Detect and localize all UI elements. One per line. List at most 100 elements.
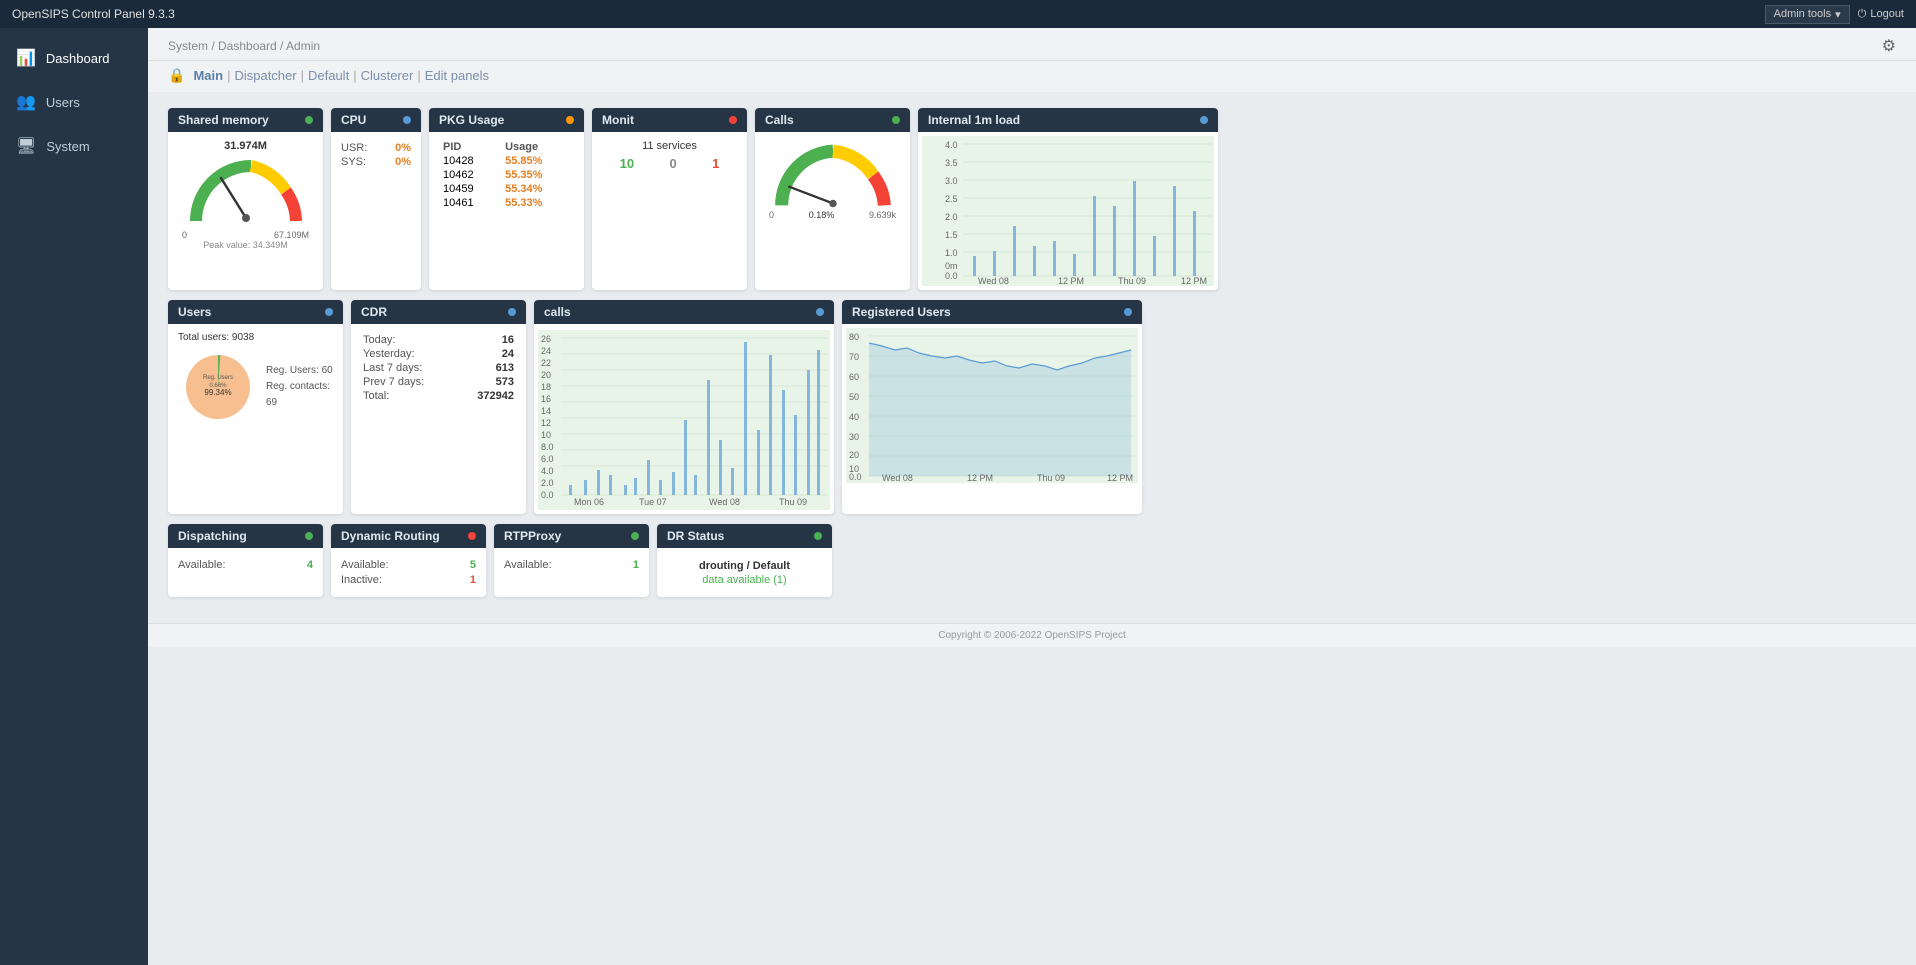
calls-gauge-svg — [768, 140, 898, 210]
internal-load-svg: 4.0 3.5 3.0 2.5 2.0 1.5 1.0 0m 0.0 — [922, 136, 1214, 286]
page-header: System / Dashboard / Admin ⚙ — [148, 28, 1916, 61]
svg-text:6.0: 6.0 — [541, 454, 554, 464]
svg-text:20: 20 — [849, 450, 859, 460]
dr-status-card: DR Status drouting / Default data availa… — [657, 524, 832, 597]
shared-memory-title: Shared memory — [178, 113, 269, 127]
cdr-body: Today: 16 Yesterday: 24 Last 7 days: 613 — [351, 324, 526, 412]
svg-text:Thu 09: Thu 09 — [779, 497, 807, 507]
cpu-sys-row: SYS: 0% — [341, 156, 411, 168]
svg-text:Thu 09: Thu 09 — [1118, 276, 1146, 286]
svg-text:26: 26 — [541, 334, 551, 344]
monit-body: 11 services 10 0 1 — [592, 132, 747, 179]
svg-text:50: 50 — [849, 392, 859, 402]
users-contacts: Reg. contacts: 69 — [266, 379, 333, 411]
shared-memory-status — [305, 116, 313, 124]
pie-chart: 99.34% Reg. Users 0.66% — [178, 347, 258, 427]
nav-default[interactable]: Default — [308, 68, 349, 83]
dispatching-status — [305, 532, 313, 540]
pkg-pid: 10462 — [439, 168, 501, 182]
users-stats: Reg. Users: 60 Reg. contacts: 69 — [266, 363, 333, 411]
cdr-total-label: Total: — [363, 390, 456, 402]
internal-load-header: Internal 1m load — [918, 108, 1218, 132]
cpu-usr-row: USR: 0% — [341, 142, 411, 154]
cards-row-2: Users Total users: 9038 — [168, 300, 1896, 514]
svg-text:24: 24 — [541, 346, 551, 356]
monit-header: Monit — [592, 108, 747, 132]
monit-green-count: 10 — [620, 156, 634, 171]
dynamic-routing-status — [468, 532, 476, 540]
svg-text:30: 30 — [849, 432, 859, 442]
cdr-yesterday-label: Yesterday: — [363, 348, 456, 360]
sidebar-item-users[interactable]: 👥 Users — [0, 80, 148, 124]
dashboard-icon: 📊 — [16, 48, 36, 68]
svg-text:12 PM: 12 PM — [1107, 473, 1133, 483]
cards-row-1: Shared memory 31.974M — [168, 108, 1896, 290]
dr-status-header: DR Status — [657, 524, 832, 548]
cdr-row: Yesterday: 24 — [363, 348, 514, 360]
rtpproxy-available-val: 1 — [633, 559, 639, 571]
svg-text:Wed 08: Wed 08 — [882, 473, 913, 483]
footer-text: Copyright © 2006-2022 OpenSIPS Project — [938, 630, 1125, 641]
rtpproxy-title: RTPProxy — [504, 529, 561, 543]
calls-chart-svg: 26 24 22 20 18 16 14 12 10 8.0 6.0 — [538, 330, 830, 510]
nav-main[interactable]: Main — [193, 68, 223, 83]
main-content: System / Dashboard / Admin ⚙ 🔒 Main | Di… — [148, 28, 1916, 965]
dispatching-available-label: Available: — [178, 559, 226, 571]
dispatching-available-val: 4 — [307, 559, 313, 571]
shared-memory-header: Shared memory — [168, 108, 323, 132]
panel-nav: 🔒 Main | Dispatcher | Default | Clustere… — [148, 61, 1916, 92]
dr-route: drouting / Default — [667, 560, 822, 572]
svg-text:20: 20 — [541, 370, 551, 380]
pkg-usage-val: 55.33% — [501, 196, 574, 210]
monit-services: 11 services — [602, 140, 737, 152]
pkg-body: PID Usage 10428 55.85% 10462 — [429, 132, 584, 218]
pkg-pid: 10428 — [439, 154, 501, 168]
admin-tools-button[interactable]: Admin tools ▾ — [1765, 5, 1850, 24]
dynamic-routing-title: Dynamic Routing — [341, 529, 440, 543]
users-body-wrapper: Total users: 9038 99.34% Reg — [168, 324, 343, 435]
svg-text:18: 18 — [541, 382, 551, 392]
calls-chart-body: 26 24 22 20 18 16 14 12 10 8.0 6.0 — [534, 324, 834, 514]
cdr-header: CDR — [351, 300, 526, 324]
rtpproxy-available-label: Available: — [504, 559, 552, 571]
cpu-usr-label: USR: — [341, 142, 367, 154]
pkg-title: PKG Usage — [439, 113, 504, 127]
logout-button[interactable]: ⏻ Logout — [1858, 8, 1904, 21]
sidebar-item-dashboard[interactable]: 📊 Dashboard — [0, 36, 148, 80]
users-status — [325, 308, 333, 316]
pkg-table: PID Usage 10428 55.85% 10462 — [439, 140, 574, 210]
monit-title: Monit — [602, 113, 634, 127]
registered-users-header: Registered Users — [842, 300, 1142, 324]
cdr-title: CDR — [361, 305, 387, 319]
pie-svg: 99.34% Reg. Users 0.66% — [178, 347, 258, 427]
users-reg: Reg. Users: 60 — [266, 363, 333, 379]
svg-text:4.0: 4.0 — [945, 140, 958, 150]
svg-text:4.0: 4.0 — [541, 466, 554, 476]
calls-chart-title: calls — [544, 305, 571, 319]
svg-text:3.0: 3.0 — [945, 176, 958, 186]
dispatching-body: Available: 4 — [168, 548, 323, 582]
calls-status — [892, 116, 900, 124]
gear-icon[interactable]: ⚙ — [1882, 36, 1896, 56]
monit-gray-count: 0 — [669, 156, 676, 171]
svg-text:8.0: 8.0 — [541, 442, 554, 452]
dispatching-title: Dispatching — [178, 529, 247, 543]
svg-text:12 PM: 12 PM — [1181, 276, 1207, 286]
cdr-7days-val: 613 — [458, 362, 514, 374]
nav-dispatcher[interactable]: Dispatcher — [234, 68, 296, 83]
monit-status — [729, 116, 737, 124]
dispatching-available-row: Available: 4 — [178, 559, 313, 571]
footer: Copyright © 2006-2022 OpenSIPS Project — [148, 623, 1916, 647]
svg-text:60: 60 — [849, 372, 859, 382]
svg-text:16: 16 — [541, 394, 551, 404]
pkg-status — [566, 116, 574, 124]
pkg-row: 10459 55.34% — [439, 182, 574, 196]
monit-card: Monit 11 services 10 0 1 — [592, 108, 747, 290]
nav-edit-panels[interactable]: Edit panels — [425, 68, 489, 83]
internal-load-chart: 4.0 3.5 3.0 2.5 2.0 1.5 1.0 0m 0.0 — [922, 136, 1214, 286]
svg-text:1.5: 1.5 — [945, 230, 958, 240]
nav-clusterer[interactable]: Clusterer — [361, 68, 414, 83]
cdr-row: Today: 16 — [363, 334, 514, 346]
pkg-pid: 10461 — [439, 196, 501, 210]
sidebar-item-system[interactable]: 🖥 System — [0, 124, 148, 168]
